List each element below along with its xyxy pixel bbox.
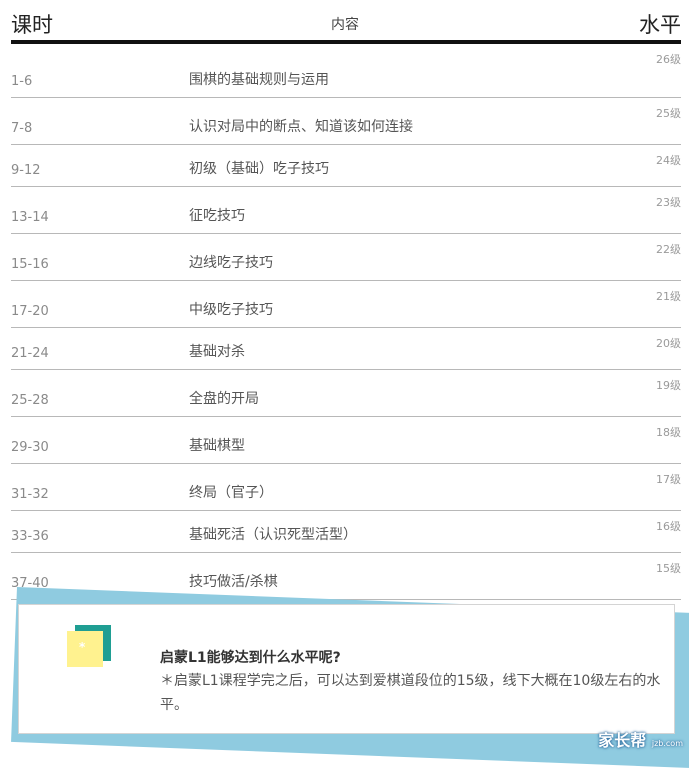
level-cell: 21级 [656, 290, 681, 303]
lesson-cell: 13-14 [11, 210, 49, 225]
table-row: 1-6 围棋的基础规则与运用 26级 [11, 44, 681, 98]
watermark-brand: 家长帮 [598, 731, 647, 750]
content-cell: 认识对局中的断点、知道该如何连接 [189, 119, 413, 135]
table-row: 13-14 征吃技巧 23级 [11, 187, 681, 234]
content-cell: 征吃技巧 [189, 208, 245, 224]
lesson-cell: 29-30 [11, 440, 49, 455]
table-row: 7-8 认识对局中的断点、知道该如何连接 25级 [11, 98, 681, 145]
content-cell: 全盘的开局 [189, 391, 259, 407]
level-cell: 15级 [656, 562, 681, 575]
level-cell: 19级 [656, 379, 681, 392]
content-cell: 基础对杀 [189, 344, 245, 360]
level-cell: 25级 [656, 107, 681, 120]
content-cell: 基础棋型 [189, 438, 245, 454]
header-content: 内容 [331, 17, 359, 33]
level-cell: 24级 [656, 154, 681, 167]
level-cell: 20级 [656, 337, 681, 350]
lesson-cell: 9-12 [11, 163, 41, 178]
table-body: 1-6 围棋的基础规则与运用 26级 7-8 认识对局中的断点、知道该如何连接 25级 9-… [11, 44, 681, 600]
callout-body: ＊启蒙L1课程学完之后，可以达到爱棋道段位的15级，线下大概在10级左右的水平。 [160, 673, 661, 713]
course-table: 课时 内容 水平 1-6 围棋的基础规则与运用 26级 7-8 认识对局中的断点、知道该… [11, 0, 681, 600]
lesson-cell: 31-32 [11, 487, 49, 502]
lesson-cell: 21-24 [11, 346, 49, 361]
content-cell: 中级吃子技巧 [189, 302, 273, 318]
table-row: 33-36 基础死活（认识死型活型） 16级 [11, 511, 681, 553]
table-row: 15-16 边线吃子技巧 22级 [11, 234, 681, 281]
callout-card: * 启蒙L1能够达到什么水平呢? ＊启蒙L1课程学完之后，可以达到爱棋道段位的1… [18, 604, 675, 734]
level-cell: 16级 [656, 520, 681, 533]
lesson-cell: 15-16 [11, 257, 49, 272]
content-cell: 初级（基础）吃子技巧 [189, 161, 329, 177]
table-row: 17-20 中级吃子技巧 21级 [11, 281, 681, 328]
level-cell: 23级 [656, 196, 681, 209]
lesson-cell: 7-8 [11, 121, 33, 136]
lesson-cell: 33-36 [11, 529, 49, 544]
table-row: 29-30 基础棋型 18级 [11, 417, 681, 464]
level-cell: 17级 [656, 473, 681, 486]
table-row: 9-12 初级（基础）吃子技巧 24级 [11, 145, 681, 187]
table-header: 课时 内容 水平 [11, 0, 681, 44]
watermark: 家长帮 jzb.com [598, 727, 683, 751]
callout-title: 启蒙L1能够达到什么水平呢? [160, 650, 341, 666]
content-cell: 围棋的基础规则与运用 [189, 72, 329, 88]
level-cell: 22级 [656, 243, 681, 256]
table-row: 31-32 终局（官子） 17级 [11, 464, 681, 511]
content-cell: 基础死活（认识死型活型） [189, 527, 357, 543]
header-lesson: 课时 [11, 13, 53, 37]
watermark-domain: jzb.com [651, 739, 683, 748]
lesson-cell: 17-20 [11, 304, 49, 319]
content-cell: 终局（官子） [189, 485, 273, 501]
sticky-note-star: * [79, 640, 86, 654]
table-row: 25-28 全盘的开局 19级 [11, 370, 681, 417]
table-row: 21-24 基础对杀 20级 [11, 328, 681, 370]
sticky-note-icon: * [67, 625, 113, 671]
content-cell: 边线吃子技巧 [189, 255, 273, 271]
header-level: 水平 [639, 13, 681, 37]
level-cell: 18级 [656, 426, 681, 439]
lesson-cell: 25-28 [11, 393, 49, 408]
content-cell: 技巧做活/杀棋 [189, 574, 278, 590]
level-cell: 26级 [656, 53, 681, 66]
lesson-cell: 1-6 [11, 74, 33, 89]
